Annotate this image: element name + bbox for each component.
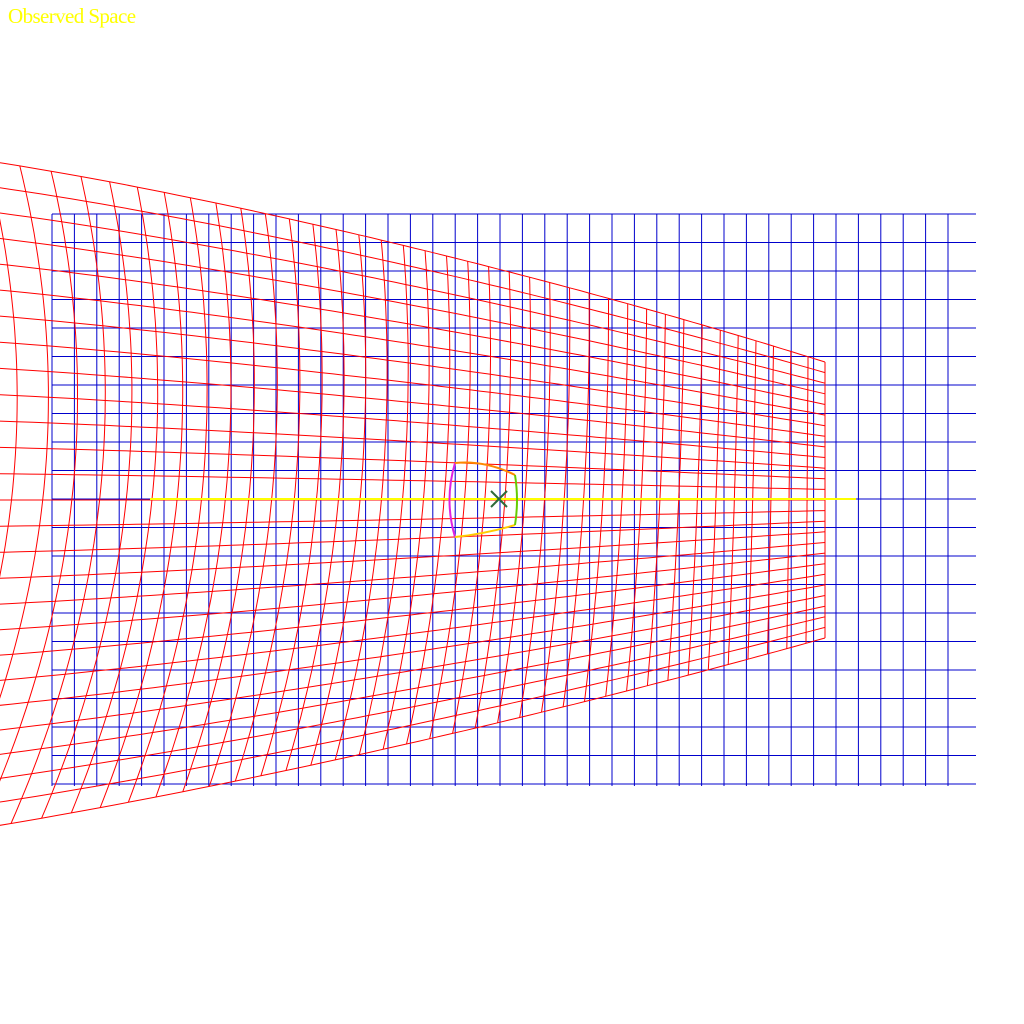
- observed-space-canvas: [0, 162, 976, 826]
